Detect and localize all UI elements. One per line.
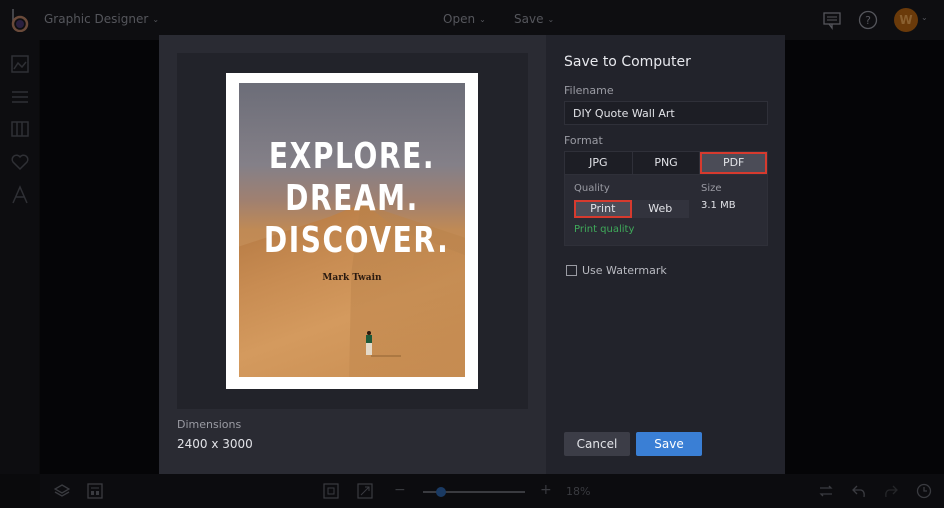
walker-shadow: [371, 355, 401, 357]
quote-line: DISCOVER.: [263, 220, 450, 261]
app-logo-icon[interactable]: [10, 8, 30, 32]
bottom-toolbar: − + 18%: [40, 474, 944, 508]
chevron-down-icon: ⌄: [547, 15, 555, 24]
format-png-button[interactable]: PNG: [633, 152, 701, 174]
fit-screen-icon[interactable]: [323, 483, 339, 499]
watermark-option[interactable]: Use Watermark: [566, 264, 667, 277]
open-menu-label: Open: [443, 12, 476, 26]
top-bar: Graphic Designer ⌄ Open ⌄ Save ⌄ ? W ⌄: [0, 0, 944, 40]
cancel-button[interactable]: Cancel: [564, 432, 630, 456]
save-dialog: EXPLORE. DREAM. DISCOVER. Mark Twain Dim…: [159, 35, 785, 474]
open-menu[interactable]: Open ⌄: [443, 12, 486, 26]
app-title-menu[interactable]: Graphic Designer ⌄: [44, 12, 159, 26]
save-menu-label: Save: [514, 12, 544, 26]
zoom-slider[interactable]: [423, 487, 525, 497]
size-label: Size: [701, 183, 722, 194]
app-window: Graphic Designer ⌄ Open ⌄ Save ⌄ ? W ⌄ −…: [0, 0, 944, 508]
preview-pane: EXPLORE. DREAM. DISCOVER. Mark Twain Dim…: [159, 35, 546, 474]
dialog-title: Save to Computer: [564, 54, 691, 70]
redo-icon[interactable]: [883, 483, 899, 499]
text-icon[interactable]: [10, 185, 30, 205]
save-options-pane: Save to Computer Filename Format JPG PNG…: [546, 35, 785, 474]
dimensions-value: 2400 x 3000: [177, 437, 253, 451]
quality-label: Quality: [574, 183, 610, 194]
undo-icon[interactable]: [851, 483, 867, 499]
size-value: 3.1 MB: [701, 200, 736, 211]
left-sidebar: [0, 40, 40, 474]
desert-photo: EXPLORE. DREAM. DISCOVER. Mark Twain: [239, 83, 465, 377]
filename-input[interactable]: [564, 101, 768, 125]
quote-author: Mark Twain: [322, 273, 382, 283]
zoom-in-button[interactable]: +: [540, 482, 552, 498]
quote-line: DREAM.: [285, 178, 419, 219]
heart-icon[interactable]: [10, 152, 30, 172]
quality-note: Print quality: [574, 224, 635, 235]
adjustments-icon[interactable]: [10, 87, 30, 107]
zoom-slider-handle[interactable]: [436, 487, 447, 497]
chevron-down-icon[interactable]: ⌄: [921, 13, 928, 22]
filename-label: Filename: [564, 84, 614, 97]
save-button[interactable]: Save: [636, 432, 702, 456]
format-pdf-button[interactable]: PDF: [700, 152, 768, 174]
help-icon[interactable]: ?: [858, 10, 878, 30]
image-icon[interactable]: [10, 54, 30, 74]
format-jpg-button[interactable]: JPG: [565, 152, 633, 174]
user-avatar[interactable]: W: [894, 8, 918, 32]
watermark-checkbox[interactable]: [566, 265, 577, 276]
person-figure: [365, 331, 373, 357]
expand-icon[interactable]: [357, 483, 373, 499]
save-menu[interactable]: Save ⌄: [514, 12, 554, 26]
quote-line: EXPLORE.: [268, 136, 436, 177]
zoom-level: 18%: [566, 485, 591, 498]
templates-icon[interactable]: [87, 483, 103, 499]
quality-selector: Print Web: [574, 200, 689, 218]
chevron-down-icon: ⌄: [479, 15, 486, 24]
chevron-down-icon: ⌄: [152, 15, 160, 24]
watermark-label: Use Watermark: [582, 264, 667, 277]
quality-panel: Quality Print Web Print quality Size 3.1…: [564, 175, 768, 246]
preview-frame: EXPLORE. DREAM. DISCOVER. Mark Twain: [177, 53, 528, 409]
history-icon[interactable]: [916, 483, 932, 499]
format-selector: JPG PNG PDF: [564, 151, 768, 175]
app-title: Graphic Designer: [44, 12, 149, 26]
format-label: Format: [564, 134, 603, 147]
layout-icon[interactable]: [10, 119, 30, 139]
design-preview: EXPLORE. DREAM. DISCOVER. Mark Twain: [226, 73, 478, 389]
svg-text:?: ?: [865, 14, 871, 27]
quality-print-button[interactable]: Print: [574, 200, 632, 218]
quality-web-button[interactable]: Web: [632, 200, 690, 218]
zoom-out-button[interactable]: −: [394, 482, 406, 498]
dimensions-label: Dimensions: [177, 418, 242, 431]
chat-icon[interactable]: [822, 10, 842, 30]
swap-icon[interactable]: [818, 483, 834, 499]
layers-icon[interactable]: [54, 483, 70, 499]
